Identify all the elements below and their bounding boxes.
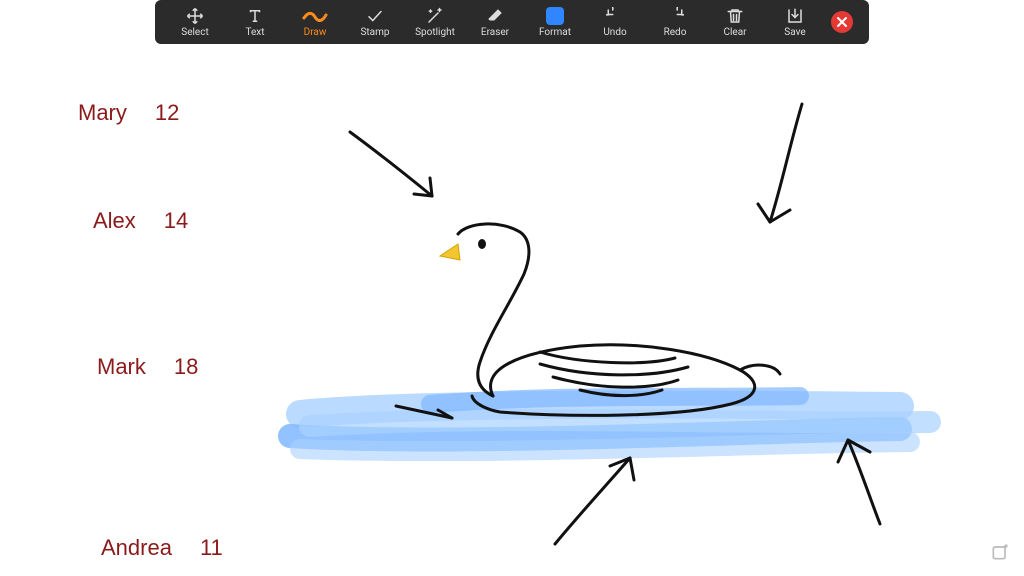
swan-beak bbox=[440, 244, 460, 260]
text-annotation-andrea[interactable]: Andrea 11 bbox=[101, 535, 223, 561]
format-tool[interactable]: Format bbox=[525, 7, 585, 38]
redo-label: Redo bbox=[664, 27, 687, 38]
annotation-score: 12 bbox=[155, 100, 179, 126]
close-icon bbox=[831, 11, 853, 33]
eraser-icon bbox=[486, 7, 504, 25]
text-icon bbox=[246, 7, 264, 25]
arrows-to-swan bbox=[350, 104, 880, 544]
redo-tool[interactable]: Redo bbox=[645, 7, 705, 38]
eraser-label: Eraser bbox=[481, 27, 509, 38]
move-icon bbox=[186, 7, 204, 25]
text-annotation-alex[interactable]: Alex 14 bbox=[93, 208, 188, 234]
annotation-toolbar: Select Text Draw Stamp Spotlight Eraser Format… bbox=[155, 0, 869, 44]
save-label: Save bbox=[784, 27, 805, 38]
text-tool[interactable]: Text bbox=[225, 7, 285, 38]
clear-label: Clear bbox=[723, 27, 746, 38]
annotation-score: 18 bbox=[174, 354, 198, 380]
draw-label: Draw bbox=[304, 27, 327, 38]
annotation-name: Andrea bbox=[101, 535, 172, 561]
undo-tool[interactable]: Undo bbox=[585, 7, 645, 38]
format-label: Format bbox=[539, 27, 571, 38]
undo-icon bbox=[606, 7, 624, 25]
close-button[interactable] bbox=[825, 11, 859, 33]
water-strokes bbox=[290, 396, 930, 451]
redo-icon bbox=[666, 7, 684, 25]
stamp-label: Stamp bbox=[360, 27, 389, 38]
stamp-tool[interactable]: Stamp bbox=[345, 7, 405, 38]
eraser-tool[interactable]: Eraser bbox=[465, 7, 525, 38]
trash-icon bbox=[726, 7, 744, 25]
save-icon bbox=[786, 7, 804, 25]
draw-tool[interactable]: Draw bbox=[285, 7, 345, 38]
format-icon bbox=[546, 7, 564, 25]
check-icon bbox=[366, 7, 384, 25]
undo-label: Undo bbox=[603, 27, 626, 38]
share-icon[interactable] bbox=[990, 542, 1010, 566]
select-label: Select bbox=[181, 27, 208, 38]
text-annotation-mark[interactable]: Mark 18 bbox=[97, 354, 198, 380]
text-label: Text bbox=[245, 27, 264, 38]
annotation-score: 11 bbox=[200, 535, 223, 561]
annotation-name: Mary bbox=[78, 100, 127, 126]
annotation-name: Alex bbox=[93, 208, 136, 234]
spotlight-label: Spotlight bbox=[415, 27, 455, 38]
annotation-name: Mark bbox=[97, 354, 146, 380]
squiggle-icon bbox=[302, 7, 328, 25]
annotation-score: 14 bbox=[164, 208, 188, 234]
text-annotation-mary[interactable]: Mary 12 bbox=[78, 100, 179, 126]
swan-eye bbox=[478, 239, 486, 249]
swan-outline bbox=[458, 224, 780, 415]
spotlight-tool[interactable]: Spotlight bbox=[405, 7, 465, 38]
wand-icon bbox=[426, 7, 444, 25]
save-tool[interactable]: Save bbox=[765, 7, 825, 38]
select-tool[interactable]: Select bbox=[165, 7, 225, 38]
canvas-area[interactable]: Mary 12 Alex 14 Mark 18 Andrea 11 bbox=[0, 44, 1024, 576]
clear-tool[interactable]: Clear bbox=[705, 7, 765, 38]
